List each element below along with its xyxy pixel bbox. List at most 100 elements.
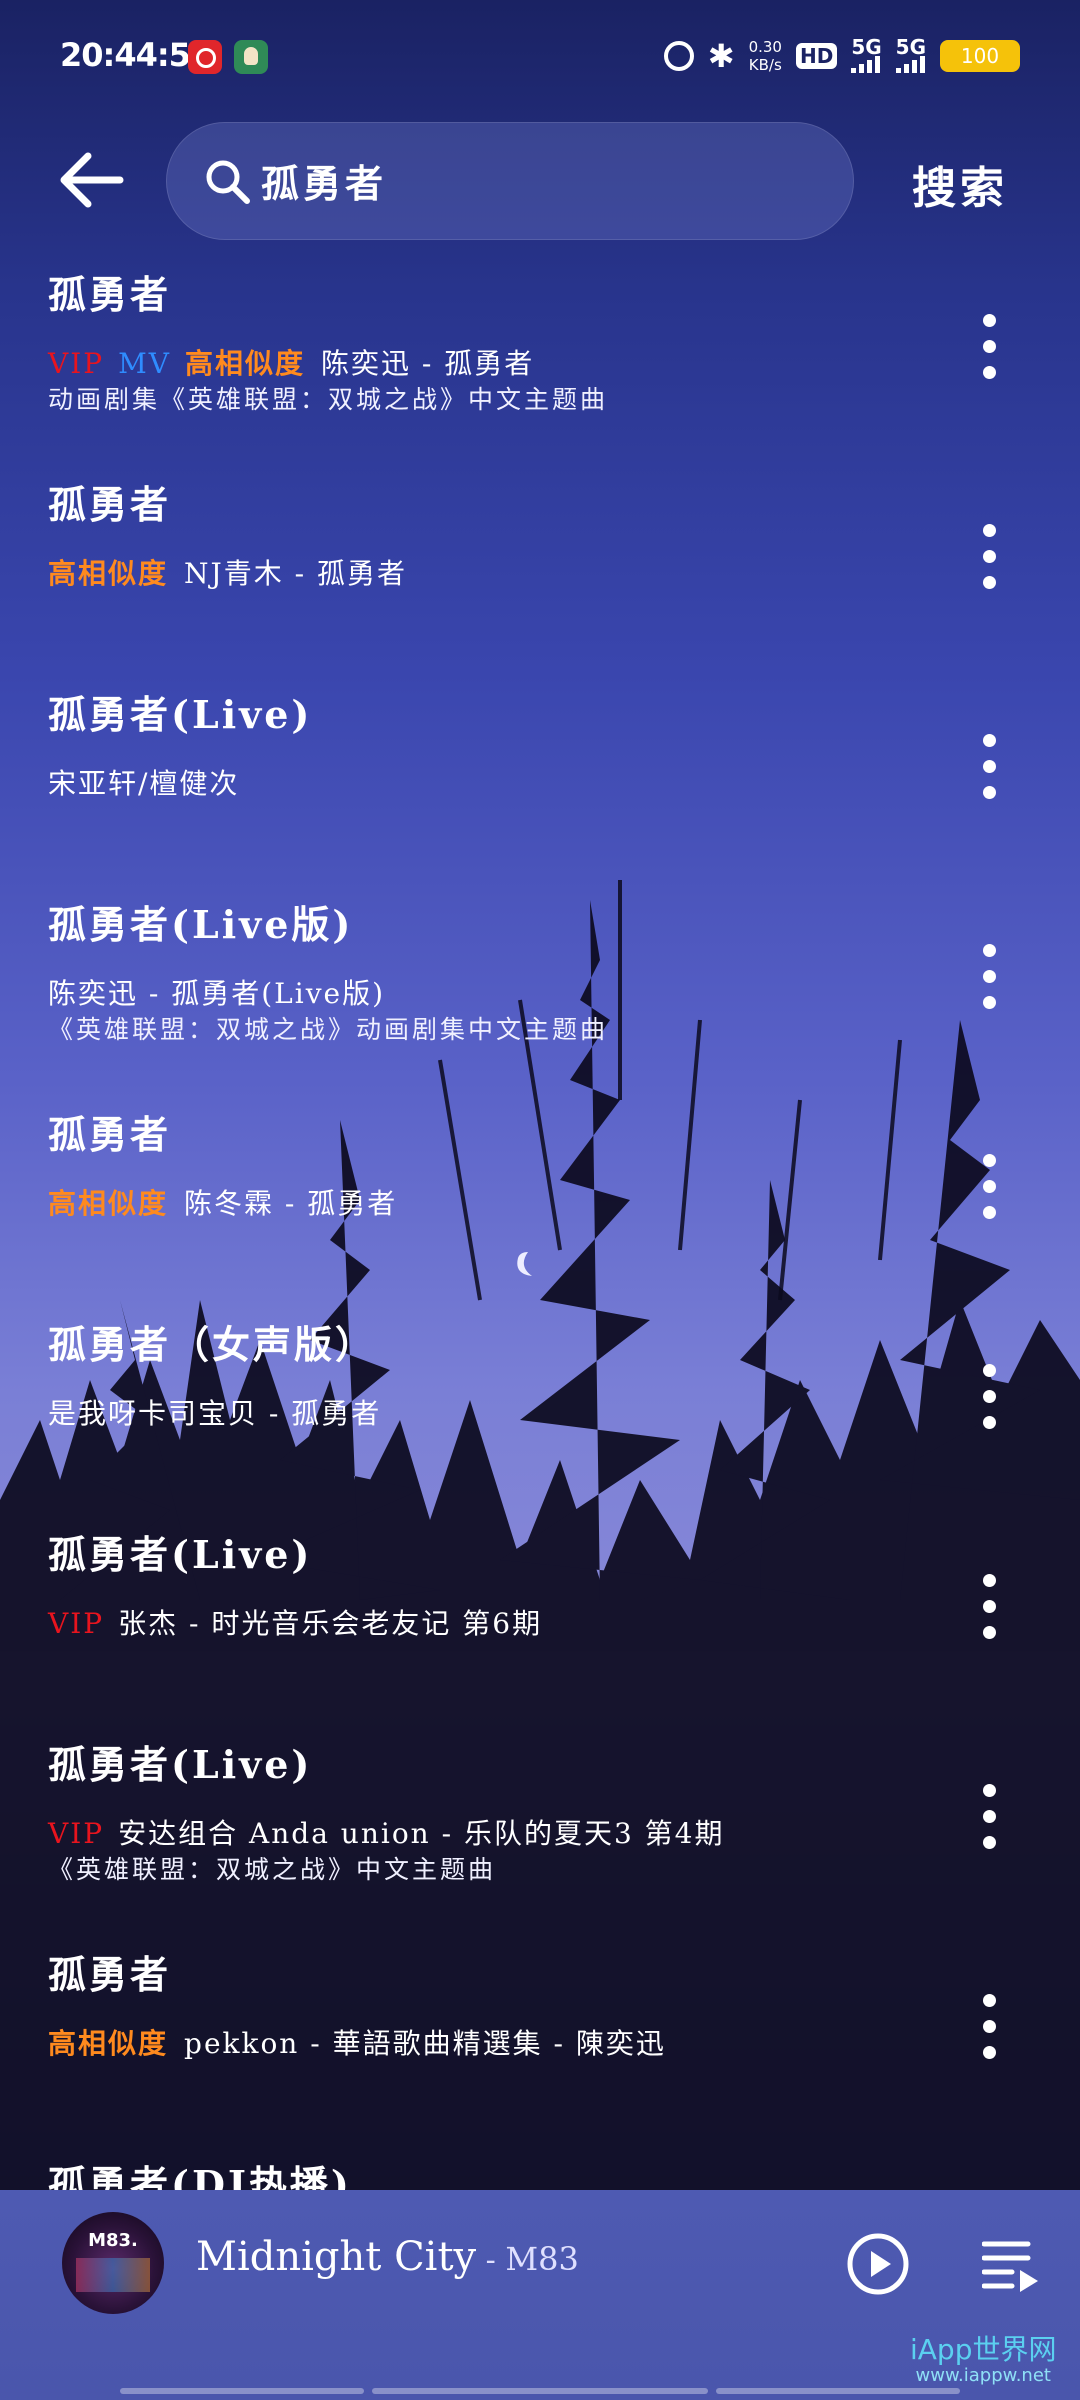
- playlist-button[interactable]: [981, 2236, 1040, 2294]
- more-options-button[interactable]: [974, 1574, 1004, 1644]
- more-vertical-icon-dot: [983, 760, 996, 773]
- result-title: 孤勇者(Live): [48, 692, 313, 737]
- result-item[interactable]: 孤勇者（女声版） 是我呀卡司宝贝 - 孤勇者: [0, 1300, 1080, 1510]
- back-arrow-icon: [60, 152, 124, 208]
- result-artist: 陈冬霖 - 孤勇者: [184, 1187, 398, 1220]
- now-playing-bar[interactable]: M83. Midnight City - M83 iApp世界网 www.iap…: [0, 2190, 1080, 2400]
- result-item[interactable]: 孤勇者 VIP MV 高相似度 陈奕迅 - 孤勇者 动画剧集《英雄联盟：双城之战》中文主题…: [0, 250, 1080, 460]
- more-options-button[interactable]: [974, 944, 1004, 1014]
- now-playing-song: Midnight City: [196, 2234, 477, 2280]
- more-vertical-icon-dot: [983, 366, 996, 379]
- more-vertical-icon-dot: [983, 1810, 996, 1823]
- signal-icon-1: 5G: [851, 35, 882, 73]
- bluetooth-icon: ✱: [707, 37, 735, 75]
- vip-badge: VIP: [48, 1817, 105, 1850]
- alarm-icon: [663, 41, 694, 71]
- more-options-button[interactable]: [974, 524, 1004, 594]
- result-subtitle: 动画剧集《英雄联盟：双城之战》中文主题曲: [48, 385, 609, 414]
- result-subtitle: 《英雄联盟：双城之战》中文主题曲: [48, 1855, 497, 1884]
- result-artist: 是我呀卡司宝贝 - 孤勇者: [48, 1397, 382, 1430]
- more-options-button[interactable]: [974, 1994, 1004, 2064]
- gesture-bar-segment: [372, 2388, 708, 2394]
- playlist-icon: [981, 2241, 1038, 2292]
- result-title: 孤勇者(Live版): [48, 902, 354, 947]
- watermark-line2: www.iappw.net: [915, 2365, 1051, 2386]
- more-vertical-icon-dot: [983, 550, 996, 563]
- result-item[interactable]: 孤勇者(DJ热播): [0, 2140, 1080, 2190]
- result-info-line: VIP 安达组合 Anda union - 乐队的夏天3 第4期: [48, 1812, 725, 1852]
- gesture-bar-segment: [716, 2388, 960, 2394]
- result-info-line: 宋亚轩/檀健次: [48, 762, 239, 802]
- watermark: iApp世界网 www.iappw.net: [910, 2334, 1056, 2386]
- result-artist: 陈奕迅 - 孤勇者(Live版): [48, 977, 386, 1010]
- high-similarity-badge: 高相似度: [48, 2027, 169, 2060]
- result-title: 孤勇者(Live): [48, 1532, 313, 1577]
- more-options-button[interactable]: [974, 734, 1004, 804]
- system-icons: ✱ 0.30 KB/s HD 5G 5G 100: [663, 35, 1020, 75]
- play-button[interactable]: [846, 2232, 910, 2296]
- result-artist: 张杰 - 时光音乐会老友记 第6期: [118, 1607, 543, 1640]
- result-info-line: 陈奕迅 - 孤勇者(Live版): [48, 972, 385, 1012]
- result-subtitle: 《英雄联盟：双城之战》动画剧集中文主题曲: [48, 1015, 609, 1044]
- mv-badge[interactable]: MV: [118, 347, 171, 380]
- vip-badge: VIP: [48, 1607, 105, 1640]
- vip-badge: VIP: [48, 347, 105, 380]
- back-button[interactable]: [56, 148, 126, 212]
- result-info-line: VIP MV 高相似度 陈奕迅 - 孤勇者: [48, 342, 534, 382]
- result-title: 孤勇者（女声版）: [48, 1322, 377, 1367]
- search-input-value: 孤勇者: [261, 161, 388, 206]
- more-options-button[interactable]: [974, 1364, 1004, 1434]
- high-similarity-badge: 高相似度: [48, 557, 169, 590]
- result-item[interactable]: 孤勇者高相似度 陈冬霖 - 孤勇者: [0, 1090, 1080, 1300]
- more-vertical-icon-dot: [983, 1416, 996, 1429]
- result-title: 孤勇者: [48, 1112, 172, 1157]
- result-title: 孤勇者: [48, 1952, 172, 1997]
- signal-label-1: 5G: [851, 35, 882, 59]
- gesture-bar-segment: [120, 2388, 364, 2394]
- network-speed-unit: KB/s: [748, 56, 782, 74]
- more-vertical-icon-dot: [983, 996, 996, 1009]
- result-artist: pekkon - 華語歌曲精選集 - 陳奕迅: [184, 2027, 666, 2060]
- result-info-line: 是我呀卡司宝贝 - 孤勇者: [48, 1392, 381, 1432]
- more-vertical-icon-dot: [983, 786, 996, 799]
- search-icon: [206, 160, 250, 204]
- more-vertical-icon-dot: [983, 314, 996, 327]
- result-info-line: 高相似度 陈冬霖 - 孤勇者: [48, 1182, 397, 1222]
- result-item[interactable]: 孤勇者 高相似度 NJ青木 - 孤勇者: [0, 460, 1080, 670]
- netease-music-notification-icon: [188, 40, 222, 74]
- watermark-line1: iApp世界网: [910, 2333, 1057, 2366]
- result-item[interactable]: 孤勇者(Live) VIP 安达组合 Anda union - 乐队的夏天3 第4期…: [0, 1720, 1080, 1930]
- more-options-button[interactable]: [974, 314, 1004, 384]
- play-icon: [847, 2233, 909, 2295]
- result-info-line: 高相似度 NJ青木 - 孤勇者: [48, 552, 407, 592]
- more-vertical-icon-dot: [983, 944, 996, 957]
- result-artist: 宋亚轩/檀健次: [48, 767, 240, 800]
- more-vertical-icon-dot: [983, 1600, 996, 1613]
- now-playing-title[interactable]: Midnight City - M83: [196, 2234, 579, 2280]
- result-item[interactable]: 孤勇者高相似度 pekkon - 華語歌曲精選集 - 陳奕迅: [0, 1930, 1080, 2140]
- result-item[interactable]: 孤勇者(Live版) 陈奕迅 - 孤勇者(Live版) 《英雄联盟：双城之战》动画剧…: [0, 880, 1080, 1090]
- result-title: 孤勇者(DJ热播): [48, 2162, 352, 2190]
- network-speed: 0.30 KB/s: [749, 38, 782, 74]
- now-playing-separator: -: [476, 2243, 506, 2278]
- search-input[interactable]: 孤勇者: [166, 122, 854, 240]
- more-options-button[interactable]: [974, 1784, 1004, 1854]
- result-item[interactable]: 孤勇者(Live) VIP 张杰 - 时光音乐会老友记 第6期: [0, 1510, 1080, 1720]
- album-cover[interactable]: M83.: [62, 2212, 164, 2314]
- album-cover-text: M83.: [88, 2230, 138, 2251]
- more-vertical-icon-dot: [983, 1836, 996, 1849]
- search-button[interactable]: 搜索: [912, 152, 1008, 216]
- more-options-button[interactable]: [974, 1154, 1004, 1224]
- more-vertical-icon-dot: [983, 1574, 996, 1587]
- search-header: 孤勇者 搜索: [0, 118, 1080, 243]
- more-vertical-icon-dot: [983, 2020, 996, 2033]
- more-vertical-icon-dot: [983, 1206, 996, 1219]
- result-item[interactable]: 孤勇者(Live) 宋亚轩/檀健次: [0, 670, 1080, 880]
- more-vertical-icon-dot: [983, 1994, 996, 2007]
- network-speed-value: 0.30: [748, 38, 782, 56]
- app-notification-icon: [234, 40, 268, 74]
- more-vertical-icon-dot: [983, 524, 996, 537]
- more-vertical-icon-dot: [983, 1784, 996, 1797]
- search-results-list: 孤勇者 VIP MV 高相似度 陈奕迅 - 孤勇者 动画剧集《英雄联盟：双城之战》中文主题…: [0, 250, 1080, 2190]
- more-vertical-icon-dot: [983, 1364, 996, 1377]
